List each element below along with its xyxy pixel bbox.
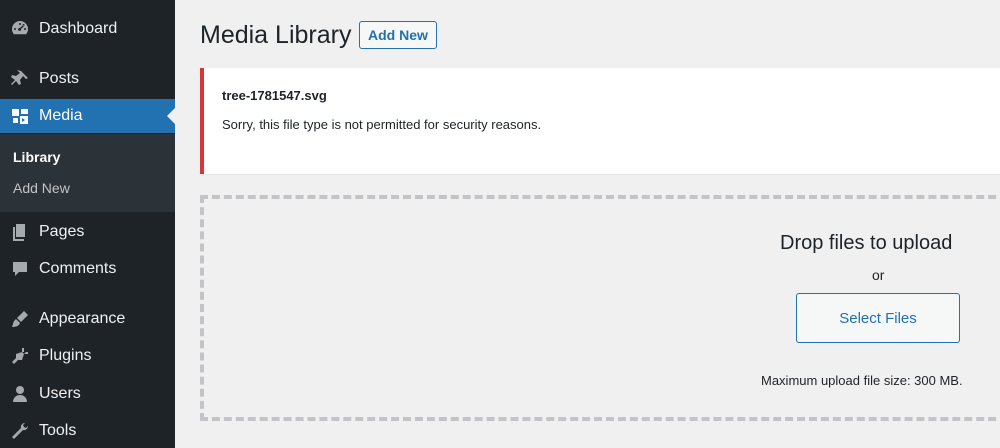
- sidebar-item-pages[interactable]: Pages: [0, 215, 175, 249]
- admin-sidebar: Dashboard Posts Media Library Add New Pa…: [0, 0, 175, 448]
- plug-icon: [9, 345, 31, 367]
- dashboard-icon: [9, 18, 31, 40]
- pin-icon: [9, 68, 31, 90]
- user-icon: [9, 383, 31, 405]
- sidebar-item-appearance[interactable]: Appearance: [0, 302, 175, 336]
- media-icon: [9, 105, 31, 127]
- sidebar-item-comments[interactable]: Comments: [0, 252, 175, 286]
- sidebar-item-label: Plugins: [39, 347, 92, 364]
- wrench-icon: [9, 420, 31, 442]
- pages-icon: [9, 221, 31, 243]
- error-notice: tree-1781547.svg Sorry, this file type i…: [200, 68, 1000, 174]
- sidebar-item-tools[interactable]: Tools: [0, 414, 175, 448]
- media-submenu: Library Add New: [0, 134, 175, 212]
- max-upload-size-text: Maximum upload file size: 300 MB.: [761, 373, 963, 388]
- sidebar-item-media[interactable]: Media: [0, 99, 175, 133]
- sidebar-item-label: Users: [39, 385, 81, 402]
- select-files-button[interactable]: Select Files: [796, 293, 960, 343]
- add-new-button[interactable]: Add New: [359, 21, 437, 49]
- sidebar-item-label: Dashboard: [39, 20, 118, 37]
- comment-icon: [9, 258, 31, 280]
- sidebar-item-label: Appearance: [39, 310, 126, 327]
- sidebar-item-label: Tools: [39, 422, 77, 439]
- sidebar-item-label: Posts: [39, 70, 80, 87]
- notice-message: Sorry, this file type is not permitted f…: [222, 117, 542, 132]
- sidebar-item-plugins[interactable]: Plugins: [0, 339, 175, 373]
- sidebar-item-users[interactable]: Users: [0, 377, 175, 411]
- drop-or-text: or: [872, 267, 885, 283]
- submenu-item-add-new[interactable]: Add New: [13, 180, 70, 196]
- sidebar-item-label: Pages: [39, 223, 85, 240]
- submenu-item-library[interactable]: Library: [13, 149, 60, 165]
- notice-filename: tree-1781547.svg: [222, 88, 327, 103]
- current-menu-arrow: [167, 108, 175, 124]
- brush-icon: [9, 308, 31, 330]
- sidebar-item-label: Media: [39, 107, 83, 124]
- page-title: Media Library: [200, 21, 352, 49]
- drop-files-title: Drop files to upload: [780, 232, 953, 254]
- sidebar-item-dashboard[interactable]: Dashboard: [0, 12, 175, 46]
- sidebar-item-label: Comments: [39, 260, 117, 277]
- sidebar-item-posts[interactable]: Posts: [0, 62, 175, 96]
